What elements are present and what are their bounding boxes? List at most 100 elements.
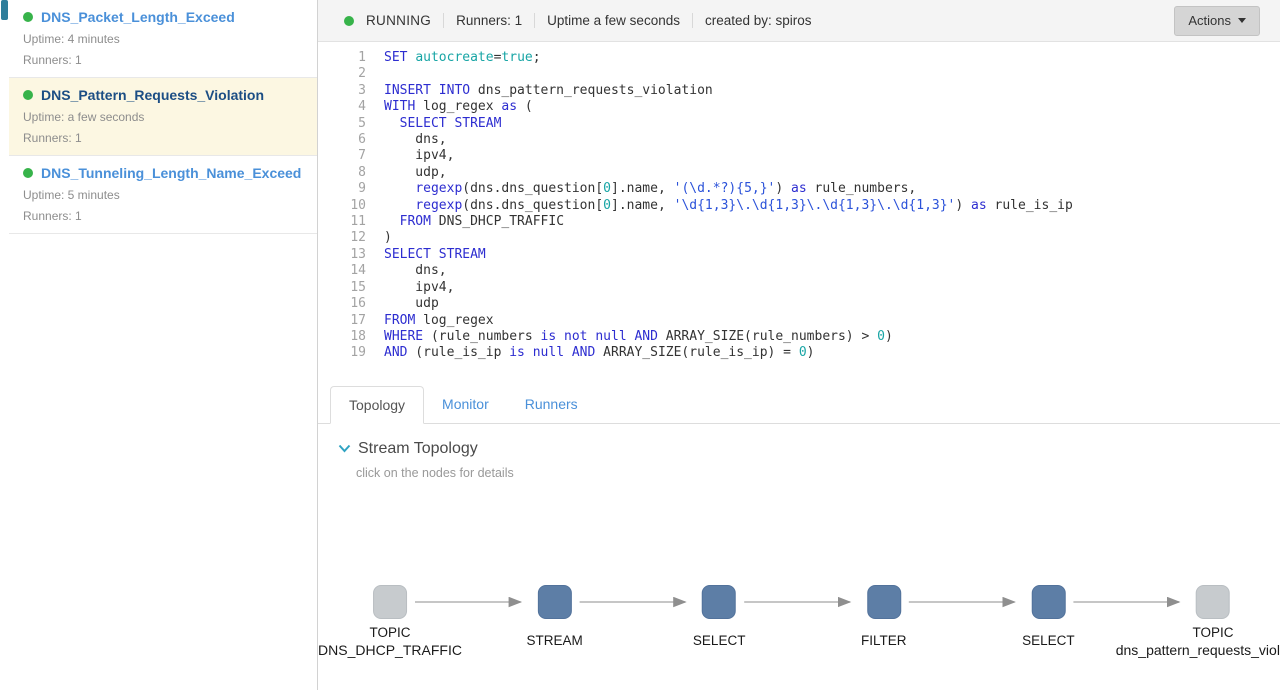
topology-node-shape[interactable]: [537, 584, 572, 619]
code-line: 2: [318, 66, 1280, 82]
job-status-dot: [23, 90, 33, 100]
node-type-label: SELECT: [1022, 632, 1075, 648]
stream-topology-toggle[interactable]: Stream Topology: [338, 440, 1280, 458]
code-line: 3 INSERT INTO dns_pattern_requests_violat…: [318, 83, 1280, 99]
node-type-label: FILTER: [861, 632, 907, 648]
job-detail-panel: RUNNING Runners: 1 Uptime a few seconds …: [318, 0, 1280, 690]
sidebar-job[interactable]: DNS_Tunneling_Length_Name_Exceed Uptime: …: [9, 156, 317, 234]
code-line: 12): [318, 230, 1280, 246]
code-line: 16 udp: [318, 296, 1280, 312]
topology-node-filter-3: FILTER: [861, 584, 907, 649]
header-uptime: Uptime a few seconds: [547, 13, 680, 28]
job-status-bar: RUNNING Runners: 1 Uptime a few seconds …: [318, 0, 1280, 42]
topology-node-stream-1: STREAM: [526, 584, 583, 649]
actions-button[interactable]: Actions: [1174, 5, 1260, 36]
line-number: 2: [358, 66, 366, 82]
header-runners: Runners: 1: [456, 13, 523, 28]
actions-button-label: Actions: [1188, 13, 1231, 28]
job-status-dot: [23, 168, 33, 178]
app-root: DNS_Packet_Length_Exceed Uptime: 4 minute…: [0, 0, 1280, 690]
topology-node-shape[interactable]: [702, 584, 737, 619]
topology-node-shape[interactable]: [1031, 584, 1066, 619]
code-line: 14 dns,: [318, 263, 1280, 279]
line-number: 1: [358, 50, 366, 65]
tab-bar: Topology Monitor Runners: [318, 385, 1280, 424]
code-line: 4 WITH log_regex as (: [318, 99, 1280, 115]
code-line: 7 ipv4,: [318, 148, 1280, 164]
chevron-down-icon: [338, 445, 351, 453]
line-number: 12: [350, 230, 366, 246]
job-uptime: Uptime: 4 minutes: [23, 32, 120, 46]
sql-editor[interactable]: 1 SET autocreate=true; 2 3 INSERT INTO dns_p…: [318, 42, 1280, 376]
line-number: 4: [358, 99, 366, 115]
line-number: 6: [358, 132, 366, 148]
line-number: 19: [350, 345, 366, 361]
code-line: 8 udp,: [318, 165, 1280, 181]
topology-node-shape[interactable]: [1195, 584, 1230, 619]
line-number: 13: [350, 246, 366, 262]
node-type-label: TOPIC: [369, 624, 411, 640]
line-number: 7: [358, 148, 366, 164]
code-line: 19 AND (rule_is_ip is null AND ARRAY_SIZE…: [318, 345, 1280, 361]
node-name-label: dns_pattern_requests_violation: [1115, 641, 1280, 658]
divider: [534, 13, 536, 28]
divider: [691, 13, 693, 28]
topology-node-select-4: SELECT: [1022, 584, 1075, 649]
node-type-label: TOPIC: [1192, 624, 1234, 640]
code-line: 18 WHERE (rule_numbers is not null AND AR…: [318, 329, 1280, 345]
caret-down-icon: [1238, 18, 1246, 23]
job-status-dot: [23, 12, 33, 22]
sidebar-job[interactable]: DNS_Packet_Length_Exceed Uptime: 4 minute…: [9, 0, 317, 78]
line-number: 11: [350, 214, 366, 230]
code-line: 5 SELECT STREAM: [318, 116, 1280, 132]
line-number: 8: [358, 164, 366, 180]
topology-node-shape[interactable]: [373, 584, 407, 619]
tab-runners[interactable]: Runners: [507, 386, 596, 424]
code-line: 10 regexp(dns.dns_question[0].name, '\d{…: [318, 198, 1280, 214]
code-line: 1 SET autocreate=true;: [318, 50, 1280, 66]
divider: [443, 13, 445, 28]
job-name-link[interactable]: DNS_Pattern_Requests_Violation: [41, 87, 264, 103]
topology-title: Stream Topology: [358, 439, 478, 457]
line-number: 16: [350, 296, 366, 312]
header-created-by: created by: spiros: [704, 13, 812, 28]
left-scrollbar-thumb[interactable]: [1, 0, 8, 20]
node-name-label: DNS_DHCP_TRAFFIC: [318, 641, 462, 658]
topology-node-dns_pattern_requests_violation: TOPICdns_pattern_requests_violation: [1115, 584, 1280, 658]
code-line: 17 FROM log_regex: [318, 313, 1280, 329]
code-line: 6 dns,: [318, 132, 1280, 148]
status-text: RUNNING: [366, 13, 432, 28]
topology-node-select-2: SELECT: [692, 584, 746, 649]
line-number: 3: [358, 82, 366, 98]
line-number: 18: [350, 328, 366, 344]
node-type-label: SELECT: [692, 632, 746, 648]
line-number: 5: [358, 115, 366, 131]
job-uptime: Uptime: a few seconds: [23, 110, 145, 124]
job-name-link[interactable]: DNS_Packet_Length_Exceed: [41, 9, 235, 25]
line-number: 9: [358, 181, 366, 197]
line-number: 17: [350, 312, 366, 328]
job-runners: Runners: 1: [23, 209, 82, 223]
line-number: 15: [350, 279, 366, 295]
topology-node-dns_dhcp_traffic: TOPIC DNS_DHCP_TRAFFIC: [318, 584, 462, 658]
sidebar-job[interactable]: DNS_Pattern_Requests_Violation Uptime: a …: [9, 78, 317, 156]
tab-topology[interactable]: Topology: [330, 385, 425, 424]
line-number: 10: [350, 197, 366, 213]
code-line: 15 ipv4,: [318, 280, 1280, 296]
code-line: 11 FROM DNS_DHCP_TRAFFIC: [318, 214, 1280, 230]
node-type-label: STREAM: [526, 632, 583, 648]
job-runners: Runners: 1: [23, 53, 82, 67]
job-name-link[interactable]: DNS_Tunneling_Length_Name_Exceed: [41, 165, 301, 181]
code-line: 13 SELECT STREAM: [318, 247, 1280, 263]
left-scrollbar[interactable]: [0, 0, 9, 690]
line-number: 14: [350, 263, 366, 279]
topology-hint: click on the nodes for details: [356, 465, 514, 480]
topology-canvas: TOPIC DNS_DHCP_TRAFFIC STREAM SELECT FILTER S…: [318, 480, 1280, 690]
tab-monitor[interactable]: Monitor: [424, 386, 507, 424]
job-uptime: Uptime: 5 minutes: [23, 188, 120, 202]
code-line: 9 regexp(dns.dns_question[0].name, '(\d.…: [318, 181, 1280, 197]
status-dot: [344, 15, 354, 26]
topology-node-shape[interactable]: [866, 584, 901, 619]
job-sidebar: DNS_Packet_Length_Exceed Uptime: 4 minute…: [9, 0, 318, 690]
job-runners: Runners: 1: [23, 131, 82, 145]
